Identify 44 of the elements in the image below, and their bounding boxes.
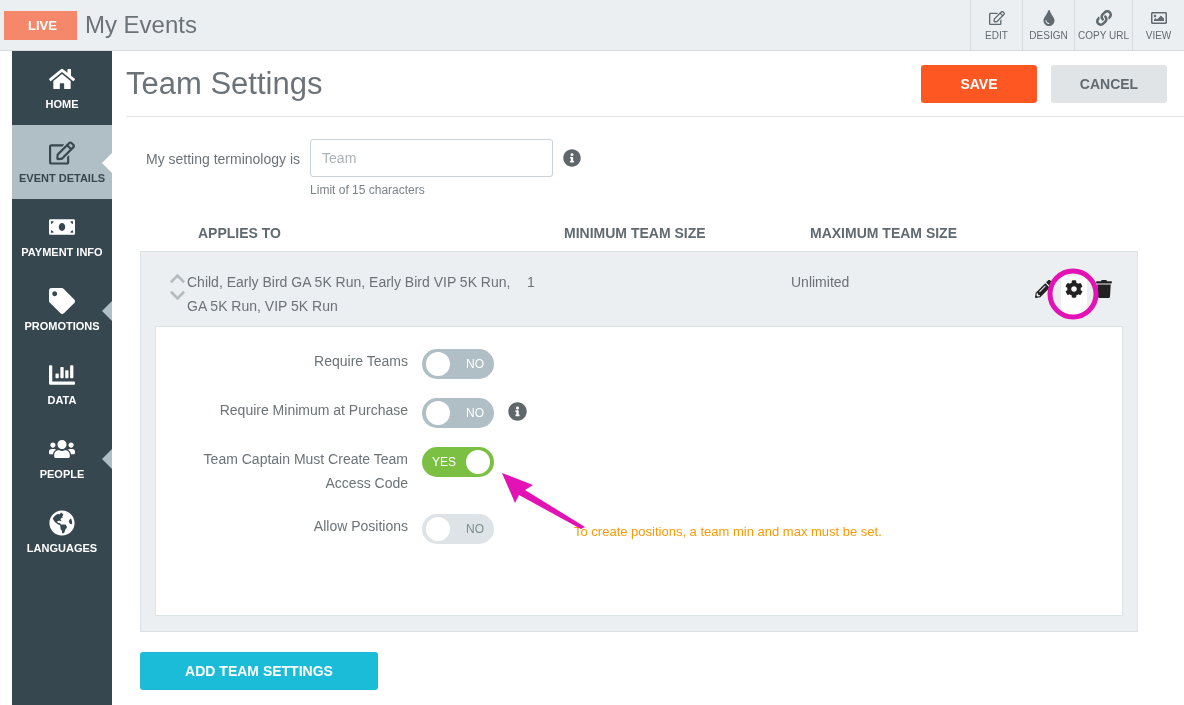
column-header: MINIMUM TEAM SIZE	[564, 225, 707, 243]
highlight-circle	[1046, 267, 1100, 321]
pencil-icon	[1035, 280, 1053, 298]
app-title: My Events	[84, 11, 198, 39]
info-icon[interactable]	[508, 402, 527, 421]
field-label: My setting terminology is	[146, 151, 301, 167]
toolbar-button[interactable]: DESIGN	[1022, 0, 1074, 51]
image-icon	[1150, 9, 1167, 26]
live-badge: LIVE	[4, 10, 77, 40]
field-hint: Limit of 15 characters	[310, 183, 426, 197]
sidebar-item[interactable]: HOME	[12, 51, 112, 125]
cancel-button[interactable]: CANCEL	[1051, 64, 1167, 103]
bar-chart-icon	[49, 362, 75, 388]
toolbar-button[interactable]: COPY URL	[1074, 0, 1132, 51]
save-button[interactable]: SAVE	[921, 64, 1037, 103]
sidebar-item[interactable]: EVENT DETAILS	[12, 125, 112, 199]
gear-icon	[1065, 280, 1083, 298]
setting-label: Allow Positions	[312, 517, 408, 536]
sidebar-item[interactable]: LANGUAGES	[12, 495, 112, 569]
edit-icon	[988, 9, 1005, 26]
globe-icon	[49, 510, 75, 536]
link-icon	[1095, 9, 1112, 26]
table-cell-text: Unlimited	[791, 273, 851, 292]
trash-icon	[1095, 280, 1113, 298]
tag-icon	[49, 288, 75, 314]
terminology-input[interactable]: Team	[310, 139, 554, 177]
column-header: APPLIES TO	[198, 225, 282, 243]
home-icon	[49, 66, 75, 92]
setting-label: Require Teams	[313, 352, 408, 371]
toolbar-button[interactable]: VIEW	[1132, 0, 1184, 51]
sidebar-item[interactable]: PAYMENT INFO	[12, 199, 112, 273]
page-title: Team Settings	[126, 65, 324, 102]
info-icon[interactable]	[563, 149, 582, 167]
setting-label: Require Minimum at Purchase	[218, 401, 408, 420]
sidebar-item[interactable]: PEOPLE	[12, 421, 112, 495]
sidebar-item[interactable]: PROMOTIONS	[12, 273, 112, 347]
settings-button[interactable]	[1061, 276, 1087, 316]
setting-label: Team Captain Must Create Team Access Code	[202, 450, 408, 493]
table-cell-text: 1	[527, 273, 536, 292]
column-header: MAXIMUM TEAM SIZE	[810, 225, 958, 243]
toolbar-button[interactable]: EDIT	[970, 0, 1022, 51]
edit-icon	[49, 140, 75, 166]
table-cell-text: Child, Early Bird GA 5K Run, Early Bird VIP 5K Run, GA 5K Run, VIP 5K Run	[187, 273, 512, 316]
sidebar-item[interactable]: DATA	[12, 347, 112, 421]
